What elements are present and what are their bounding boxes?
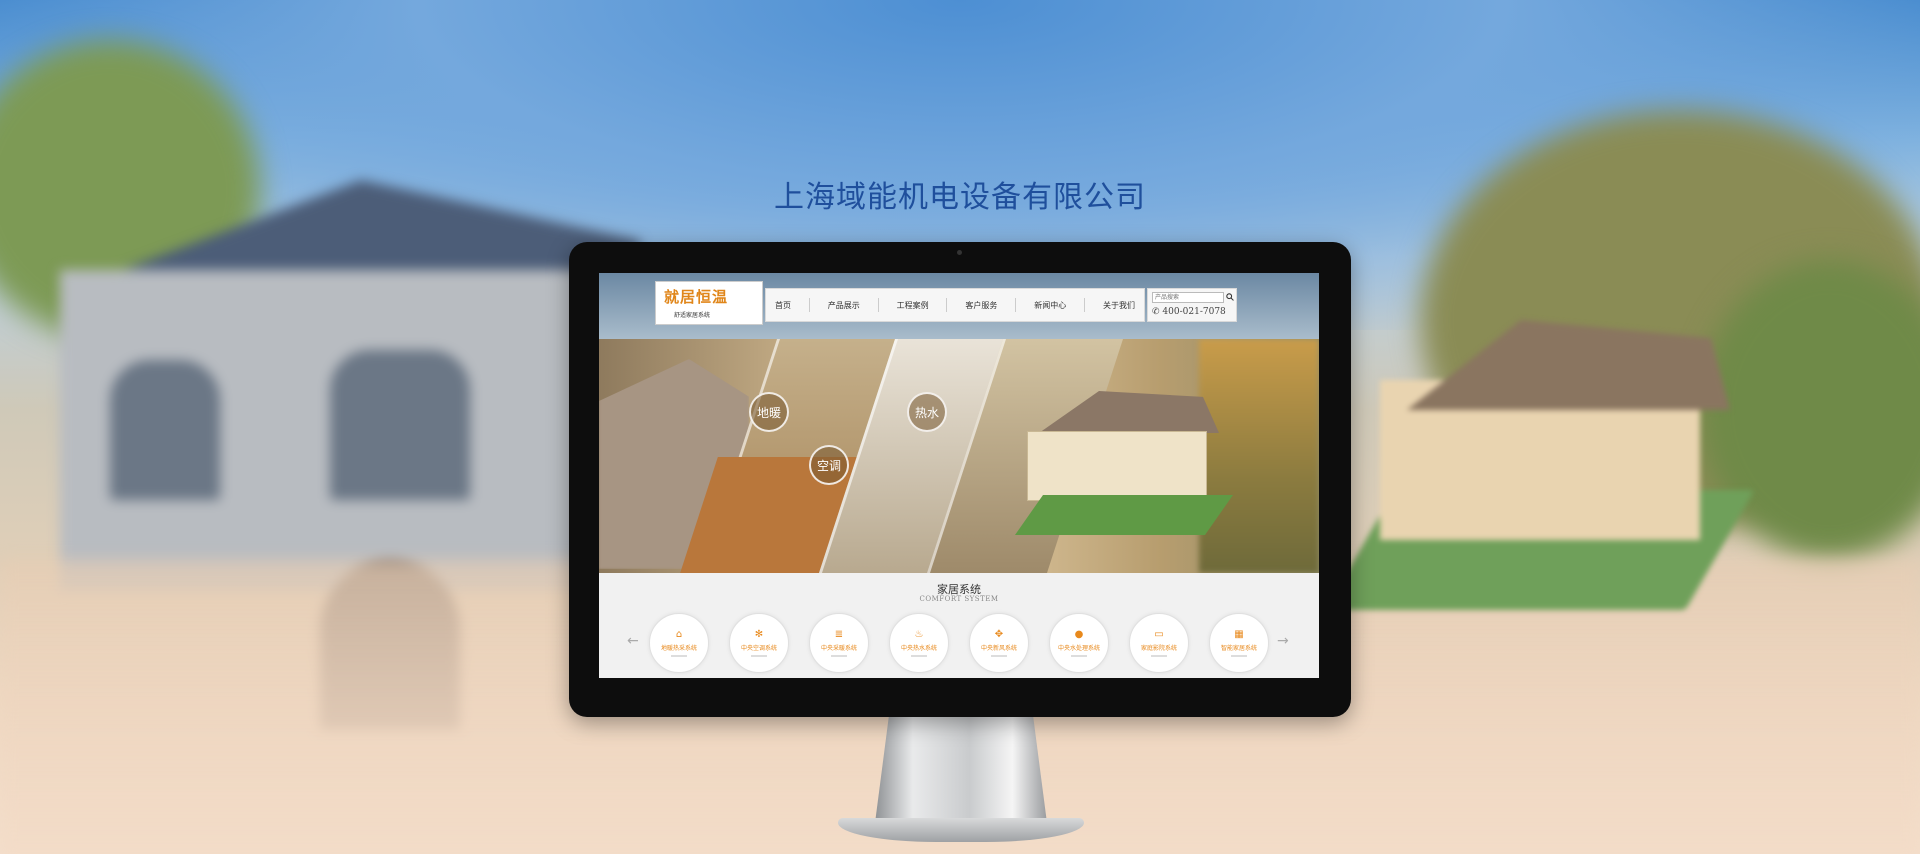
bubble-floor-heating[interactable]: 地暖 <box>749 392 789 432</box>
section-subtitle: COMFORT SYSTEM <box>919 595 999 603</box>
screen-icon: ▭ <box>1154 629 1164 640</box>
system-label: 中央热水系统 <box>900 645 937 652</box>
bubble-hot-water[interactable]: 热水 <box>907 392 947 432</box>
system-item-floor-heating[interactable]: ⌂ 地暖热采系统 <box>649 613 709 673</box>
house-icon: ⌂ <box>675 629 683 640</box>
nav-service[interactable]: 客户服务 <box>965 300 997 311</box>
cutaway-house-illustration <box>1325 320 1755 610</box>
nav-divider <box>808 298 810 312</box>
monitor: 就居恒温 舒适家居系统 首页 产品展示 工程案例 客户服务 新闻中心 关于我们 <box>569 242 1351 717</box>
system-caption <box>751 655 767 657</box>
system-label: 中央新风系统 <box>980 645 1017 652</box>
carousel-right-arrow[interactable]: → <box>1277 633 1289 649</box>
site-logo[interactable]: 就居恒温 舒适家居系统 <box>655 281 763 325</box>
hotline: ✆ 400-021-7078 <box>1152 307 1226 317</box>
system-label: 中央水处理系统 <box>1057 645 1100 652</box>
system-list: ⌂ 地暖热采系统 ✻ 中央空调系统 ≣ 中央采暖系统 ♨ 中央热水系统 ✥ 中央… <box>649 613 1269 675</box>
carousel-left-arrow[interactable]: ← <box>627 633 639 649</box>
nav-divider <box>1015 298 1017 312</box>
search-panel: ✆ 400-021-7078 <box>1147 288 1237 322</box>
system-item-smart-home[interactable]: ▦ 智能家居系统 <box>1209 613 1269 673</box>
system-caption <box>991 655 1007 657</box>
logo-subtitle: 舒适家居系统 <box>674 312 711 319</box>
hero-banner: 地暖 热水 空调 <box>599 339 1319 573</box>
nav-products[interactable]: 产品展示 <box>828 300 860 311</box>
bubble-air-conditioning[interactable]: 空调 <box>809 445 849 485</box>
system-label: 中央采暖系统 <box>820 645 857 652</box>
nav-news[interactable]: 新闻中心 <box>1034 300 1066 311</box>
system-item-home-theater[interactable]: ▭ 家庭影院系统 <box>1129 613 1189 673</box>
system-caption <box>831 655 847 657</box>
site-header: 就居恒温 舒适家居系统 首页 产品展示 工程案例 客户服务 新闻中心 关于我们 <box>599 273 1319 339</box>
system-label: 地暖热采系统 <box>660 645 697 652</box>
nav-divider <box>946 298 948 312</box>
system-item-hot-water[interactable]: ♨ 中央热水系统 <box>889 613 949 673</box>
banner-cutaway-house <box>1014 391 1234 541</box>
nav-divider <box>1084 298 1086 312</box>
hotline-number: 400-021-7078 <box>1162 307 1226 317</box>
system-label: 家庭影院系统 <box>1140 645 1177 652</box>
radiator-icon: ≣ <box>834 629 844 640</box>
water-drop-icon: ● <box>1074 629 1084 640</box>
nav-divider <box>877 298 879 312</box>
system-caption <box>671 655 687 657</box>
system-label: 中央空调系统 <box>740 645 777 652</box>
system-caption <box>1151 655 1167 657</box>
background-house <box>20 180 640 730</box>
system-item-fresh-air[interactable]: ✥ 中央新风系统 <box>969 613 1029 673</box>
water-heater-icon: ♨ <box>914 629 924 640</box>
logo-text: 就居恒温 <box>664 288 729 306</box>
monitor-screen: 就居恒温 舒适家居系统 首页 产品展示 工程案例 客户服务 新闻中心 关于我们 <box>599 273 1319 678</box>
system-caption <box>1231 655 1247 657</box>
nav-cases[interactable]: 工程案例 <box>897 300 929 311</box>
system-caption <box>911 655 927 657</box>
webcam-dot <box>957 250 962 255</box>
system-item-central-heating[interactable]: ≣ 中央采暖系统 <box>809 613 869 673</box>
company-headline: 上海域能机电设备有限公司 <box>774 180 1146 215</box>
search-input[interactable] <box>1152 292 1224 303</box>
fan-icon: ✥ <box>994 629 1004 640</box>
monitor-stand <box>875 717 1047 823</box>
search-icon[interactable] <box>1226 293 1234 301</box>
snowflake-icon: ✻ <box>754 629 764 640</box>
system-label: 智能家居系统 <box>1220 645 1257 652</box>
nav-home[interactable]: 首页 <box>775 300 791 311</box>
phone-icon: ✆ <box>1152 307 1160 317</box>
system-item-water-treatment[interactable]: ● 中央水处理系统 <box>1049 613 1109 673</box>
main-nav: 首页 产品展示 工程案例 客户服务 新闻中心 关于我们 <box>765 288 1145 322</box>
smart-home-icon: ▦ <box>1234 629 1244 640</box>
nav-about[interactable]: 关于我们 <box>1103 300 1135 311</box>
system-item-central-ac[interactable]: ✻ 中央空调系统 <box>729 613 789 673</box>
system-caption <box>1071 655 1087 657</box>
